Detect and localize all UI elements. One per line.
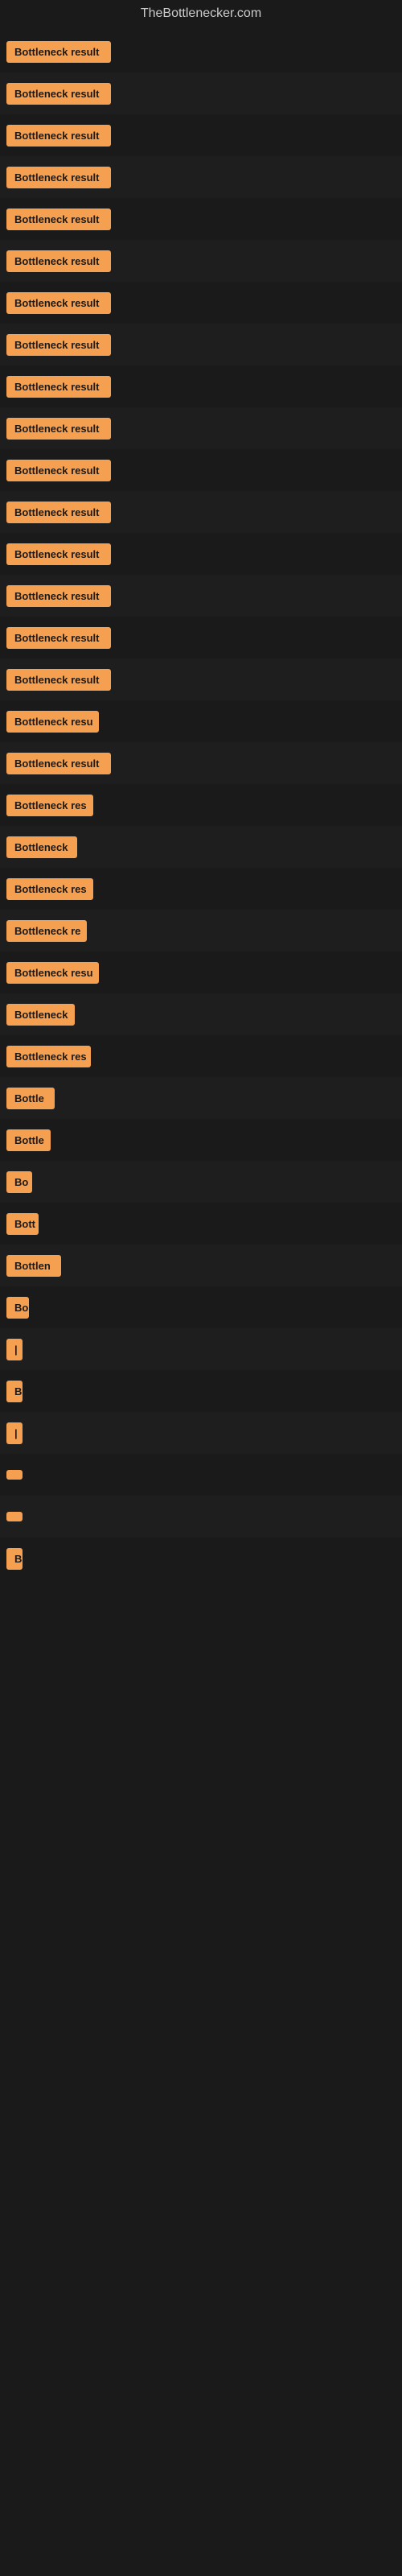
bottleneck-result-badge[interactable]: Bott (6, 1213, 39, 1235)
result-row: | (0, 1412, 402, 1454)
bottleneck-result-badge[interactable]: Bo (6, 1297, 29, 1319)
result-row: Bottleneck result (0, 407, 402, 449)
result-row: Bottleneck result (0, 240, 402, 282)
result-row: Bottle (0, 1119, 402, 1161)
bottleneck-result-badge[interactable]: Bottleneck result (6, 543, 111, 565)
bottleneck-result-badge[interactable]: Bottleneck result (6, 669, 111, 691)
bottleneck-result-badge[interactable]: Bo (6, 1171, 32, 1193)
bottleneck-result-badge[interactable]: Bottleneck result (6, 627, 111, 649)
result-row: Bottleneck result (0, 575, 402, 617)
result-row: Bottleneck (0, 993, 402, 1035)
bottleneck-result-badge[interactable]: Bottleneck re (6, 920, 87, 942)
result-row (0, 1496, 402, 1538)
bottleneck-result-badge[interactable]: Bottleneck (6, 836, 77, 858)
bottleneck-result-badge[interactable]: Bottleneck res (6, 1046, 91, 1067)
result-row: Bottlen (0, 1245, 402, 1286)
result-row: B (0, 1370, 402, 1412)
bottleneck-result-badge[interactable] (6, 1470, 23, 1480)
result-row: Bottleneck result (0, 365, 402, 407)
bottleneck-result-badge[interactable]: Bottle (6, 1129, 51, 1151)
bottleneck-result-badge[interactable]: Bottle (6, 1088, 55, 1109)
bottleneck-result-badge[interactable]: Bottleneck result (6, 250, 111, 272)
bottleneck-result-badge[interactable]: Bottleneck res (6, 795, 93, 816)
bottleneck-result-badge[interactable]: Bottleneck result (6, 334, 111, 356)
bottleneck-result-badge[interactable]: Bottleneck result (6, 83, 111, 105)
result-row: Bottleneck (0, 826, 402, 868)
result-row: Bo (0, 1161, 402, 1203)
bottleneck-result-badge[interactable]: Bottleneck result (6, 125, 111, 147)
bottleneck-result-badge[interactable]: Bottleneck result (6, 418, 111, 440)
bottleneck-result-badge[interactable]: Bottleneck res (6, 878, 93, 900)
result-row: Bottleneck result (0, 156, 402, 198)
result-row: Bottleneck result (0, 324, 402, 365)
result-row: Bottleneck result (0, 449, 402, 491)
bottleneck-result-badge[interactable]: B (6, 1381, 23, 1402)
bottleneck-result-badge[interactable]: Bottlen (6, 1255, 61, 1277)
bottleneck-result-badge[interactable]: B (6, 1548, 23, 1570)
bottleneck-result-badge[interactable]: | (6, 1339, 23, 1360)
bottleneck-result-badge[interactable]: Bottleneck result (6, 585, 111, 607)
bottleneck-result-badge[interactable]: Bottleneck (6, 1004, 75, 1026)
result-row: Bottleneck re (0, 910, 402, 952)
result-row: Bottleneck result (0, 658, 402, 700)
bottleneck-result-badge[interactable]: Bottleneck result (6, 502, 111, 523)
result-row: Bottleneck resu (0, 952, 402, 993)
bottleneck-result-badge[interactable]: Bottleneck result (6, 208, 111, 230)
result-row: Bottleneck result (0, 198, 402, 240)
result-row: Bottleneck res (0, 868, 402, 910)
bottleneck-result-badge[interactable]: Bottleneck resu (6, 962, 99, 984)
result-row: Bott (0, 1203, 402, 1245)
result-row: Bottleneck result (0, 491, 402, 533)
result-row: Bo (0, 1286, 402, 1328)
result-row: | (0, 1328, 402, 1370)
bottleneck-result-badge[interactable]: | (6, 1422, 23, 1444)
bottleneck-result-badge[interactable]: Bottleneck result (6, 460, 111, 481)
result-row: Bottleneck result (0, 533, 402, 575)
result-row: Bottleneck res (0, 1035, 402, 1077)
bottleneck-result-badge[interactable]: Bottleneck result (6, 753, 111, 774)
result-row: Bottleneck result (0, 72, 402, 114)
bottleneck-result-badge[interactable]: Bottleneck result (6, 41, 111, 63)
bottleneck-result-badge[interactable]: Bottleneck resu (6, 711, 99, 733)
result-row (0, 1454, 402, 1496)
bottleneck-result-badge[interactable]: Bottleneck result (6, 376, 111, 398)
result-row: Bottleneck result (0, 31, 402, 72)
result-row: Bottleneck resu (0, 700, 402, 742)
bottleneck-result-badge[interactable]: Bottleneck result (6, 167, 111, 188)
bottleneck-result-badge[interactable]: Bottleneck result (6, 292, 111, 314)
result-row: Bottleneck result (0, 617, 402, 658)
results-container: Bottleneck result Bottleneck result Bottle… (0, 27, 402, 1583)
site-title: TheBottlenecker.com (0, 0, 402, 27)
bottleneck-result-badge[interactable] (6, 1512, 23, 1521)
result-row: Bottleneck res (0, 784, 402, 826)
result-row: Bottle (0, 1077, 402, 1119)
result-row: Bottleneck result (0, 742, 402, 784)
result-row: Bottleneck result (0, 282, 402, 324)
result-row: Bottleneck result (0, 114, 402, 156)
result-row: B (0, 1538, 402, 1579)
